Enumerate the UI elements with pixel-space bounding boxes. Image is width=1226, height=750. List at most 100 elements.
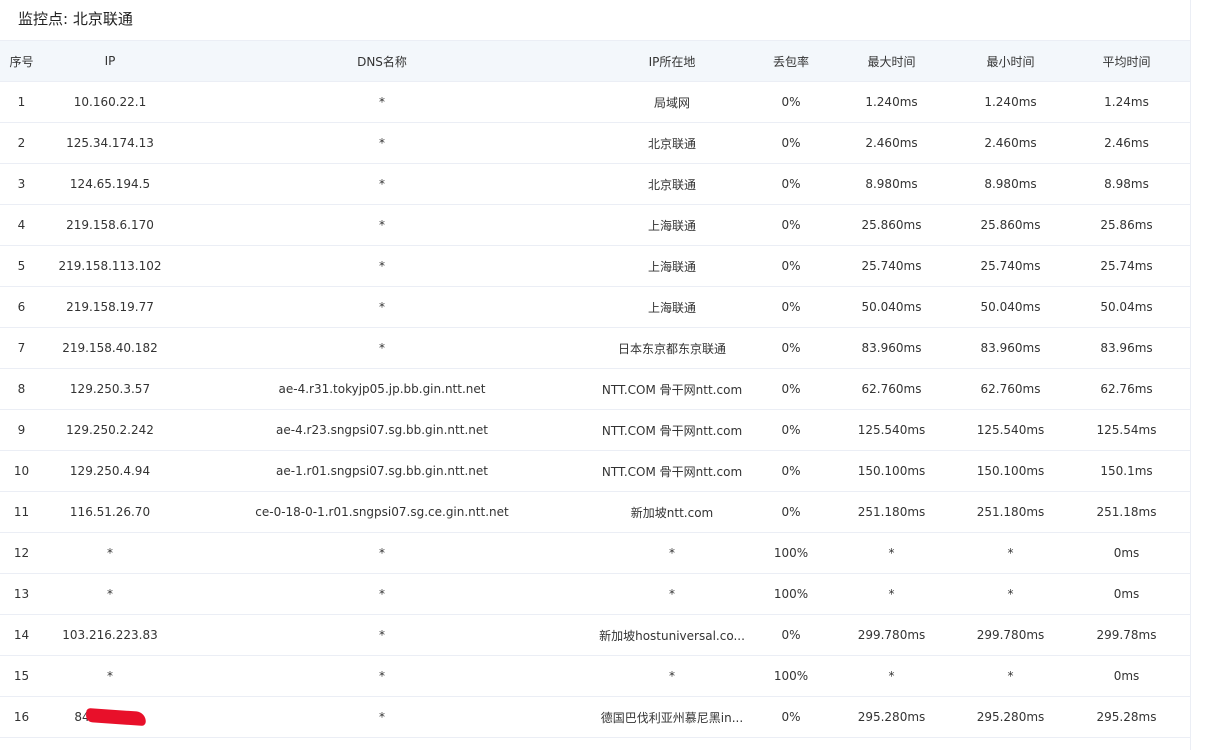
redaction-mark bbox=[85, 708, 147, 727]
cell-loss: 0% bbox=[757, 368, 825, 410]
cell-max-time: 2.460ms bbox=[825, 122, 958, 164]
cell-dns: * bbox=[177, 245, 587, 287]
cell-index: 6 bbox=[0, 286, 43, 328]
cell-index: 13 bbox=[0, 573, 43, 615]
cell-loss: 0% bbox=[757, 245, 825, 287]
table-row: 4 219.158.6.170 * 上海联通 0% 25.860ms 25.860ms 25.… bbox=[0, 204, 1190, 246]
cell-ip: 129.250.4.94 bbox=[43, 450, 177, 492]
cell-index: 5 bbox=[0, 245, 43, 287]
table-row: 10 129.250.4.94 ae-1.r01.sngpsi07.sg.bb.gi… bbox=[0, 450, 1190, 492]
trace-panel: 监控点: 北京联通 序号 IP DNS名称 IP所在地 丢包率 最大时间 最小时… bbox=[0, 0, 1191, 750]
cell-dns: ae-4.r23.sngpsi07.sg.bb.gin.ntt.net bbox=[177, 409, 587, 451]
cell-location: * bbox=[587, 532, 757, 574]
cell-index: 7 bbox=[0, 327, 43, 369]
cell-loss: 0% bbox=[757, 491, 825, 533]
cell-ip: 219.158.6.170 bbox=[43, 204, 177, 246]
cell-index: 1 bbox=[0, 81, 43, 123]
cell-max-time: 50.040ms bbox=[825, 286, 958, 328]
cell-min-time: * bbox=[958, 655, 1063, 697]
cell-loss: 100% bbox=[757, 655, 825, 697]
cell-ip: 124.65.194.5 bbox=[43, 163, 177, 205]
cell-ip: 103.216.223.83 bbox=[43, 614, 177, 656]
col-header-loss: 丢包率 bbox=[757, 40, 825, 82]
cell-max-time: 251.180ms bbox=[825, 491, 958, 533]
cell-min-time: 83.960ms bbox=[958, 327, 1063, 369]
cell-index: 15 bbox=[0, 655, 43, 697]
cell-location: 德国巴伐利亚州慕尼黑in... bbox=[587, 696, 757, 738]
cell-avg-time: 2.46ms bbox=[1063, 122, 1190, 164]
cell-loss: 0% bbox=[757, 163, 825, 205]
col-header-index: 序号 bbox=[0, 40, 43, 82]
cell-min-time: 8.980ms bbox=[958, 163, 1063, 205]
cell-location: 新加坡hostuniversal.co... bbox=[587, 614, 757, 656]
table-header-row: 序号 IP DNS名称 IP所在地 丢包率 最大时间 最小时间 平均时间 bbox=[0, 40, 1190, 82]
cell-dns: * bbox=[177, 532, 587, 574]
cell-avg-time: 8.98ms bbox=[1063, 163, 1190, 205]
cell-min-time: 125.540ms bbox=[958, 409, 1063, 451]
table-row: 5 219.158.113.102 * 上海联通 0% 25.740ms 25.740ms 2… bbox=[0, 245, 1190, 287]
cell-dns: * bbox=[177, 327, 587, 369]
table-row: 16 84 * 德国巴伐利亚州慕尼黑in... 0% 295.280ms 295.280ms… bbox=[0, 696, 1190, 738]
cell-min-time: 2.460ms bbox=[958, 122, 1063, 164]
cell-max-time: * bbox=[825, 573, 958, 615]
cell-min-time: * bbox=[958, 532, 1063, 574]
cell-loss: 0% bbox=[757, 81, 825, 123]
table-row: 14 103.216.223.83 * 新加坡hostuniversal.co... 0… bbox=[0, 614, 1190, 656]
cell-avg-time: 83.96ms bbox=[1063, 327, 1190, 369]
cell-min-time: 251.180ms bbox=[958, 491, 1063, 533]
cell-loss: 0% bbox=[757, 409, 825, 451]
cell-index: 9 bbox=[0, 409, 43, 451]
cell-ip: 129.250.3.57 bbox=[43, 368, 177, 410]
cell-min-time: 50.040ms bbox=[958, 286, 1063, 328]
cell-location: 上海联通 bbox=[587, 286, 757, 328]
cell-loss: 0% bbox=[757, 286, 825, 328]
cell-max-time: 150.100ms bbox=[825, 450, 958, 492]
cell-min-time: 25.860ms bbox=[958, 204, 1063, 246]
cell-avg-time: 0ms bbox=[1063, 532, 1190, 574]
cell-min-time: 62.760ms bbox=[958, 368, 1063, 410]
cell-avg-time: 251.18ms bbox=[1063, 491, 1190, 533]
cell-dns: * bbox=[177, 614, 587, 656]
table-row: 3 124.65.194.5 * 北京联通 0% 8.980ms 8.980ms 8.98ms bbox=[0, 163, 1190, 205]
cell-max-time: 25.860ms bbox=[825, 204, 958, 246]
cell-dns: * bbox=[177, 163, 587, 205]
cell-dns: ce-0-18-0-1.r01.sngpsi07.sg.ce.gin.ntt.n… bbox=[177, 491, 587, 533]
cell-ip: * bbox=[43, 573, 177, 615]
cell-location: NTT.COM 骨干网ntt.com bbox=[587, 450, 757, 492]
cell-avg-time: 299.78ms bbox=[1063, 614, 1190, 656]
cell-ip: 84 bbox=[43, 696, 177, 738]
table-row: 8 129.250.3.57 ae-4.r31.tokyjp05.jp.bb.gin… bbox=[0, 368, 1190, 410]
cell-avg-time: 1.24ms bbox=[1063, 81, 1190, 123]
cell-location: 上海联通 bbox=[587, 204, 757, 246]
cell-dns: * bbox=[177, 573, 587, 615]
cell-avg-time: 50.04ms bbox=[1063, 286, 1190, 328]
col-header-location: IP所在地 bbox=[587, 40, 757, 82]
cell-location: NTT.COM 骨干网ntt.com bbox=[587, 409, 757, 451]
cell-index: 14 bbox=[0, 614, 43, 656]
cell-min-time: * bbox=[958, 573, 1063, 615]
cell-dns: * bbox=[177, 122, 587, 164]
col-header-max-time: 最大时间 bbox=[825, 40, 958, 82]
trace-table: 序号 IP DNS名称 IP所在地 丢包率 最大时间 最小时间 平均时间 1 10… bbox=[0, 40, 1190, 738]
cell-loss: 0% bbox=[757, 450, 825, 492]
col-header-avg-time: 平均时间 bbox=[1063, 40, 1190, 82]
cell-loss: 100% bbox=[757, 573, 825, 615]
cell-loss: 0% bbox=[757, 327, 825, 369]
cell-loss: 0% bbox=[757, 122, 825, 164]
cell-location: 局域网 bbox=[587, 81, 757, 123]
cell-loss: 0% bbox=[757, 696, 825, 738]
table-row: 7 219.158.40.182 * 日本东京都东京联通 0% 83.960ms 83.96… bbox=[0, 327, 1190, 369]
table-row: 6 219.158.19.77 * 上海联通 0% 50.040ms 50.040ms 50.… bbox=[0, 286, 1190, 328]
cell-index: 2 bbox=[0, 122, 43, 164]
cell-index: 12 bbox=[0, 532, 43, 574]
cell-avg-time: 150.1ms bbox=[1063, 450, 1190, 492]
cell-location: 北京联通 bbox=[587, 122, 757, 164]
cell-loss: 0% bbox=[757, 614, 825, 656]
cell-loss: 0% bbox=[757, 204, 825, 246]
cell-max-time: 83.960ms bbox=[825, 327, 958, 369]
cell-dns: * bbox=[177, 81, 587, 123]
cell-index: 10 bbox=[0, 450, 43, 492]
table-row: 13 * * * 100% * * 0ms bbox=[0, 573, 1190, 615]
cell-avg-time: 0ms bbox=[1063, 573, 1190, 615]
cell-ip: 129.250.2.242 bbox=[43, 409, 177, 451]
